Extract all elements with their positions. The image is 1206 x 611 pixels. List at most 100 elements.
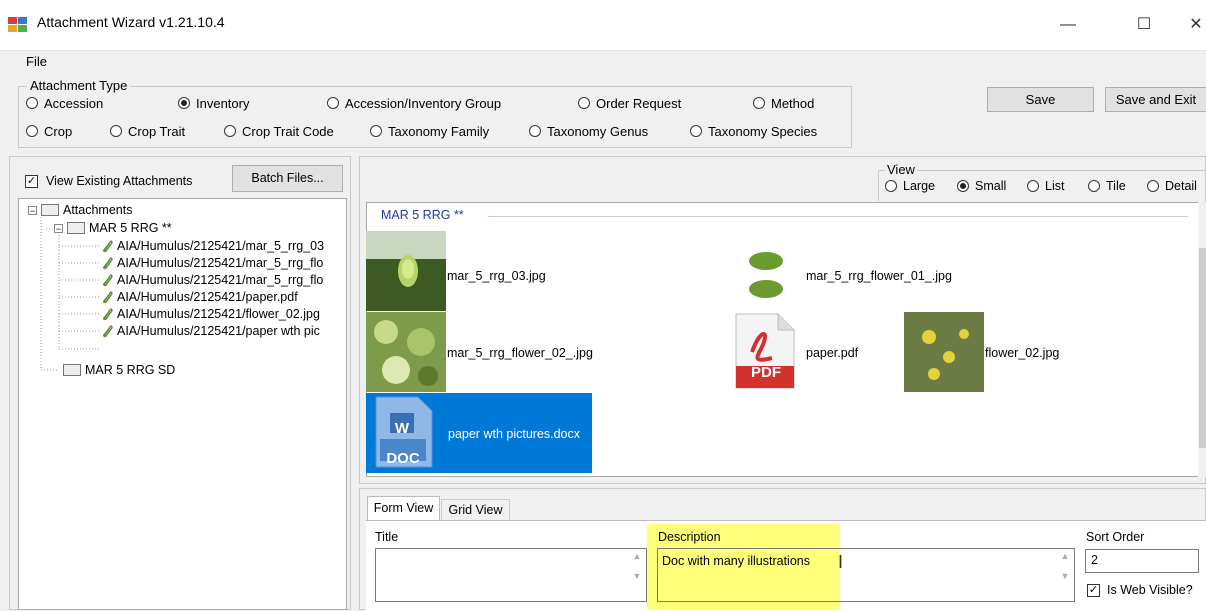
tree-file-label: AIA/Humulus/2125421/mar_5_rrg_flo [117,273,324,287]
title-field[interactable]: ▲ ▼ [375,548,647,602]
hop-cone-thumbnail[interactable] [366,231,446,311]
radio-label: Tile [1106,179,1126,193]
folder-icon [63,364,81,376]
file-label[interactable]: mar_5_rrg_flower_02_.jpg [447,346,593,360]
paperclip-icon [103,240,113,253]
view-legend: View [885,162,917,177]
radio-icon [1027,180,1039,192]
file-label[interactable]: paper.pdf [806,346,858,360]
radio-icon [178,97,190,109]
radio-label: Method [771,95,815,111]
attachment-type-radio[interactable]: Order Request [578,94,681,112]
radio-label: Order Request [596,95,682,111]
radio-icon [1147,180,1159,192]
description-label: Description [658,530,721,544]
view-radio[interactable]: List [1027,177,1064,195]
web-visible-label: Is Web Visible? [1107,583,1193,597]
minimize-button[interactable]: — [1048,10,1088,40]
view-existing-label: View Existing Attachments [46,174,193,188]
tree-node-file[interactable]: AIA/Humulus/2125421/mar_5_rrg_03 [101,239,324,253]
attachment-type-radio[interactable]: Crop [26,122,72,140]
tree-file-label: AIA/Humulus/2125421/flower_02.jpg [117,307,320,321]
tree-file-label: AIA/Humulus/2125421/paper.pdf [117,290,298,304]
tab-grid-view[interactable]: Grid View [441,499,510,520]
view-radio[interactable]: Tile [1088,177,1126,195]
tree-node-file[interactable]: AIA/Humulus/2125421/mar_5_rrg_flo [101,273,323,287]
web-visible-checkbox[interactable]: ✓ [1087,584,1100,597]
tab-form-view[interactable]: Form View [367,496,440,520]
radio-label: Taxonomy Species [708,123,818,139]
menu-file[interactable]: File [26,54,47,69]
batch-files-button[interactable]: Batch Files... [232,165,343,192]
radio-label: Crop Trait [128,123,186,139]
attachment-type-radio[interactable]: Taxonomy Genus [529,122,648,140]
word-letter: W [394,420,410,437]
group-divider [488,216,1188,217]
radio-label: Accession/Inventory Group [345,95,502,111]
attachment-type-radio[interactable]: Accession [26,94,103,112]
attachment-type-radio[interactable]: Crop Trait Code [224,122,334,140]
close-button[interactable]: ✕ [1186,10,1206,40]
view-radio[interactable]: Large [885,177,935,195]
leaf-thumbnail[interactable] [724,231,804,311]
attachment-type-radio[interactable]: Taxonomy Species [690,122,817,140]
file-label[interactable]: mar_5_rrg_03.jpg [447,269,546,283]
tree-group1-label: MAR 5 RRG ** [89,221,172,235]
radio-icon [26,97,38,109]
radio-label: Crop Trait Code [242,123,334,139]
paperclip-icon [103,325,113,338]
radio-icon [753,97,765,109]
tree-node-group2[interactable]: MAR 5 RRG SD [63,363,175,377]
view-radio[interactable]: Small [957,177,1006,195]
maximize-button[interactable]: ☐ [1124,10,1164,40]
radio-label: Accession [44,95,104,111]
save-button[interactable]: Save [987,87,1094,112]
tree-node-file[interactable]: AIA/Humulus/2125421/paper.pdf [101,290,298,304]
radio-label: Crop [44,123,73,139]
description-field[interactable]: Doc with many illustrations ▲ ▼ [657,548,1075,602]
tree-node-root[interactable]: − Attachments [28,203,132,217]
title-label: Title [375,530,399,544]
radio-icon [327,97,339,109]
view-radio[interactable]: Detail [1147,177,1206,195]
view-existing-checkbox[interactable]: ✓ [25,175,38,188]
description-field-scrollbar[interactable]: ▲ ▼ [1058,551,1072,599]
sort-order-label: Sort Order [1086,530,1145,544]
folder-icon [41,204,59,216]
title-field-scrollbar[interactable]: ▲ ▼ [630,551,644,599]
radio-label: Detail [1165,179,1197,193]
collapse-icon[interactable]: − [28,205,37,215]
doc-badge: DOC [386,450,420,467]
file-label[interactable]: flower_02.jpg [985,346,1059,360]
attachment-type-radio[interactable]: Taxonomy Family [370,122,489,140]
attachment-type-radio[interactable]: Inventory [178,94,249,112]
radio-label: Taxonomy Family [388,123,490,139]
hop-flowers-thumbnail[interactable] [366,312,446,392]
attachments-tree[interactable]: − Attachments − MAR 5 RRG ** AIA/Humulus… [18,198,347,610]
attachment-type-radio[interactable]: Crop Trait [110,122,185,140]
collapse-icon[interactable]: − [54,223,63,233]
paperclip-icon [103,308,113,321]
paperclip-icon [103,291,113,304]
tree-node-file[interactable]: AIA/Humulus/2125421/mar_5_rrg_flo [101,256,323,270]
files-group-header: MAR 5 RRG ** [381,208,464,222]
attachment-type-radio[interactable]: Accession/Inventory Group [327,94,501,112]
files-scroll-thumb[interactable] [1199,248,1206,448]
attachment-type-legend: Attachment Type [27,78,131,93]
tree-node-file[interactable]: AIA/Humulus/2125421/paper wth pic [101,324,320,338]
radio-icon [578,97,590,109]
description-field-value: Doc with many illustrations [662,554,810,568]
tree-node-group1[interactable]: − MAR 5 RRG ** [54,221,172,235]
sort-order-field[interactable]: 2 [1085,549,1199,573]
file-label-selected[interactable]: paper wth pictures.docx [448,427,580,441]
text-cursor-icon: I [838,552,844,572]
window-title: Attachment Wizard v1.21.10.4 [37,14,225,30]
radio-label: Taxonomy Genus [547,123,649,139]
attachment-type-radio[interactable]: Method [753,94,814,112]
file-label[interactable]: mar_5_rrg_flower_01_.jpg [806,269,952,283]
radio-icon [885,180,897,192]
tree-node-file[interactable]: AIA/Humulus/2125421/flower_02.jpg [101,307,320,321]
radio-icon [1088,180,1100,192]
save-and-exit-button[interactable]: Save and Exit [1105,87,1206,112]
yellow-flower-thumbnail[interactable] [904,312,984,392]
